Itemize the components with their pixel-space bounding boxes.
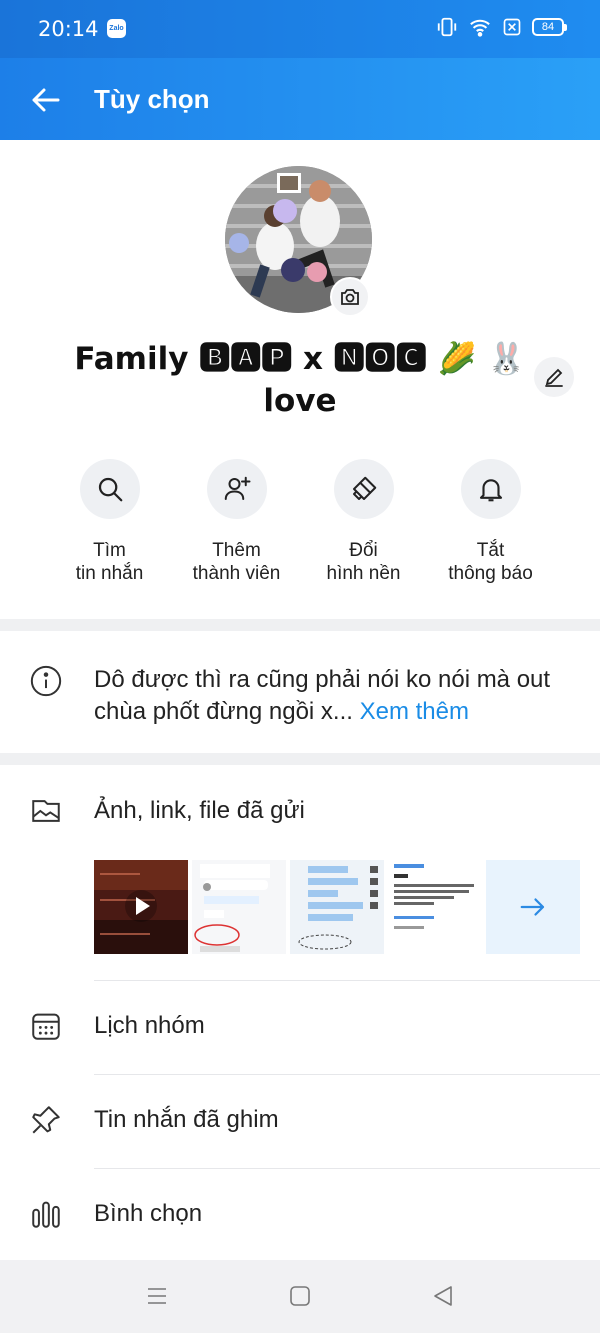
action-change-background[interactable]: Đổi hình nền (300, 459, 427, 585)
menu-item-pinned[interactable]: Tin nhắn đã ghim (0, 1075, 600, 1169)
pencil-icon (545, 368, 563, 387)
menu-item-label: Tin nhắn đã ghim (94, 1106, 279, 1133)
menu-item-media[interactable]: Ảnh, link, file đã gửi (0, 766, 600, 860)
info-icon (30, 665, 62, 697)
menu-icon[interactable] (145, 1284, 169, 1308)
section-divider (0, 619, 600, 631)
no-sim-icon (503, 18, 521, 36)
zalo-app-icon: Zalo (107, 19, 126, 38)
quick-actions: Tìm tin nhắn Thêm thành viên Đổi hình nề… (46, 459, 556, 585)
pin-icon (32, 1106, 60, 1134)
action-label: Đổi hình nền (326, 540, 401, 584)
add-member-icon (224, 476, 250, 500)
action-add-member[interactable]: Thêm thành viên (173, 459, 300, 585)
search-icon (98, 477, 122, 502)
photo-album-icon (32, 800, 60, 822)
menu-item-label: Lịch nhóm (94, 1012, 205, 1039)
edit-name-button[interactable] (534, 357, 574, 397)
paint-brush-icon (352, 476, 376, 500)
description-text: Dô được thì ra cũng phải nói ko nói mà o… (94, 666, 551, 725)
app-bar: Tùy chọn (0, 58, 600, 140)
action-label: Tìm tin nhắn (75, 540, 144, 584)
menu-item-calendar[interactable]: Lịch nhóm (0, 981, 600, 1075)
bell-icon (479, 479, 502, 502)
wifi-icon (470, 19, 490, 37)
battery-icon: 84 (532, 18, 567, 36)
action-mute-notifications[interactable]: Tắt thông báo (427, 459, 554, 585)
menu-item-label: Bình chọn (94, 1200, 203, 1227)
action-search-messages[interactable]: Tìm tin nhắn (46, 459, 173, 585)
status-bar: 20:14 Zalo 84 (0, 0, 600, 58)
poll-icon (32, 1201, 60, 1228)
home-icon[interactable] (288, 1284, 312, 1308)
back-icon[interactable] (431, 1284, 455, 1308)
section-divider (0, 753, 600, 765)
group-avatar[interactable] (225, 166, 372, 317)
group-name: Family 🅱🅰🅿 x 🅽🅾🅲 🌽 🐰 love (74, 341, 526, 419)
menu-item-poll[interactable]: Bình chọn (0, 1169, 600, 1263)
status-time: 20:14 (38, 17, 99, 41)
vibrate-icon (437, 17, 457, 37)
menu-item-label: Ảnh, link, file đã gửi (94, 797, 305, 824)
see-more-link[interactable]: Xem thêm (360, 698, 469, 725)
back-arrow-icon[interactable] (28, 82, 64, 118)
camera-icon (341, 289, 359, 305)
change-photo-button[interactable] (330, 277, 370, 317)
action-label: Thêm thành viên (192, 540, 281, 584)
action-label: Tắt thông báo (448, 540, 533, 584)
calendar-icon (32, 1013, 60, 1040)
media-row-divider-holder (0, 887, 600, 981)
page-title: Tùy chọn (94, 84, 210, 114)
group-description[interactable]: Dô được thì ra cũng phải nói ko nói mà o… (0, 632, 600, 753)
system-nav-bar (0, 1260, 600, 1333)
